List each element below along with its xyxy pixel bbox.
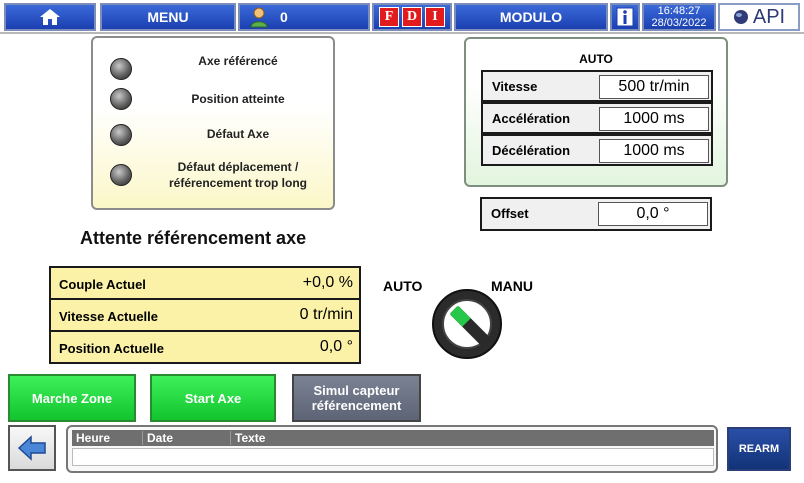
actual-row-position: Position Actuelle 0,0 ° xyxy=(51,332,359,364)
start-axe-button[interactable]: Start Axe xyxy=(150,374,276,422)
status-label-position-atteinte: Position atteinte xyxy=(191,92,285,106)
selector-auto-label: AUTO xyxy=(383,278,423,294)
user-count: 0 xyxy=(280,9,288,25)
info-icon xyxy=(616,7,634,27)
rearm-label: REARM xyxy=(738,443,780,455)
selector-knob xyxy=(442,299,492,349)
axis-state-heading: Attente référencement axe xyxy=(80,228,307,248)
auto-panel-title: AUTO xyxy=(579,52,613,66)
actual-label-couple: Couple Actuel xyxy=(59,277,146,292)
param-value-acceleration[interactable]: 1000 ms xyxy=(599,107,709,131)
offset-row: Offset 0,0 ° xyxy=(480,197,712,231)
param-value-deceleration[interactable]: 1000 ms xyxy=(599,139,709,163)
back-button[interactable] xyxy=(8,425,56,471)
fdi-letter-i: I xyxy=(425,7,445,27)
auto-settings-panel: AUTO Vitesse 500 tr/min Accélération 100… xyxy=(464,37,728,187)
status-label-axe-reference: Axe référencé xyxy=(198,54,278,68)
start-axe-label: Start Axe xyxy=(184,390,242,406)
param-row-acceleration: Accélération 1000 ms xyxy=(481,102,713,134)
user-button[interactable]: 0 xyxy=(238,3,370,31)
api-logo: API xyxy=(718,3,800,31)
back-arrow-icon xyxy=(17,435,46,461)
fdi-letter-f: F xyxy=(379,7,399,27)
status-led-defaut-axe xyxy=(110,124,132,146)
info-button[interactable] xyxy=(610,3,640,31)
top-bar: MENU 0 F D I MODULO 16:48:27 28/03/2022 … xyxy=(0,0,804,34)
menu-label: MENU xyxy=(147,9,189,25)
param-row-deceleration: Décélération 1000 ms xyxy=(481,134,713,166)
modulo-button[interactable]: MODULO xyxy=(454,3,608,31)
offset-label: Offset xyxy=(491,206,529,221)
status-label-defaut-axe: Défaut Axe xyxy=(206,127,270,141)
alarm-list[interactable]: Heure Date Texte xyxy=(66,425,718,473)
param-label-acceleration: Accélération xyxy=(492,111,571,126)
actual-row-vitesse: Vitesse Actuelle 0 tr/min xyxy=(51,300,359,332)
marche-zone-label: Marche Zone xyxy=(31,390,113,406)
clock: 16:48:27 28/03/2022 xyxy=(642,3,716,31)
status-panel: Axe référencé Position atteinte Défaut A… xyxy=(91,36,335,210)
auto-manu-selector-switch[interactable] xyxy=(432,289,502,359)
actual-label-vitesse: Vitesse Actuelle xyxy=(59,309,158,324)
selector-indicator xyxy=(449,305,491,347)
simul-capteur-button[interactable]: Simul capteur référencement xyxy=(292,374,421,422)
home-icon xyxy=(40,9,60,25)
param-label-deceleration: Décélération xyxy=(492,143,571,158)
menu-button[interactable]: MENU xyxy=(100,3,236,31)
status-led-defaut-deplacement xyxy=(110,164,132,186)
param-row-vitesse: Vitesse 500 tr/min xyxy=(481,70,713,102)
simul-capteur-label: Simul capteur référencement xyxy=(311,383,402,413)
alarm-col-date[interactable]: Date xyxy=(142,431,173,445)
param-label-vitesse: Vitesse xyxy=(492,79,538,94)
actual-value-vitesse: 0 tr/min xyxy=(299,306,353,323)
actual-label-position: Position Actuelle xyxy=(59,341,164,356)
alarm-list-header: Heure Date Texte xyxy=(72,430,714,446)
alarm-col-heure[interactable]: Heure xyxy=(76,431,110,445)
fdi-letter-d: D xyxy=(402,7,422,27)
user-icon xyxy=(250,7,268,28)
status-label-defaut-deplacement: Défaut déplacement / référencement trop … xyxy=(168,160,308,190)
status-led-position-atteinte xyxy=(110,88,132,110)
actual-values-table: Couple Actuel +0,0 % Vitesse Actuelle 0 … xyxy=(49,266,361,364)
logo-text: API xyxy=(752,5,786,28)
clock-time: 16:48:27 xyxy=(657,5,701,17)
actual-row-couple: Couple Actuel +0,0 % xyxy=(51,268,359,300)
selector-manu-label: MANU xyxy=(491,278,533,294)
rearm-button[interactable]: REARM xyxy=(727,427,791,471)
clock-date: 28/03/2022 xyxy=(651,17,707,29)
modulo-label: MODULO xyxy=(499,9,563,25)
fdi-button[interactable]: F D I xyxy=(372,3,452,31)
actual-value-position: 0,0 ° xyxy=(319,338,353,355)
globe-icon xyxy=(733,10,748,24)
param-value-vitesse[interactable]: 500 tr/min xyxy=(599,75,709,99)
alarm-col-texte[interactable]: Texte xyxy=(230,431,265,445)
actual-value-couple: +0,0 % xyxy=(302,274,353,291)
status-led-axe-reference xyxy=(110,58,132,80)
alarm-list-body xyxy=(72,448,714,466)
marche-zone-button[interactable]: Marche Zone xyxy=(8,374,136,422)
offset-value[interactable]: 0,0 ° xyxy=(598,202,708,226)
home-button[interactable] xyxy=(4,3,96,31)
